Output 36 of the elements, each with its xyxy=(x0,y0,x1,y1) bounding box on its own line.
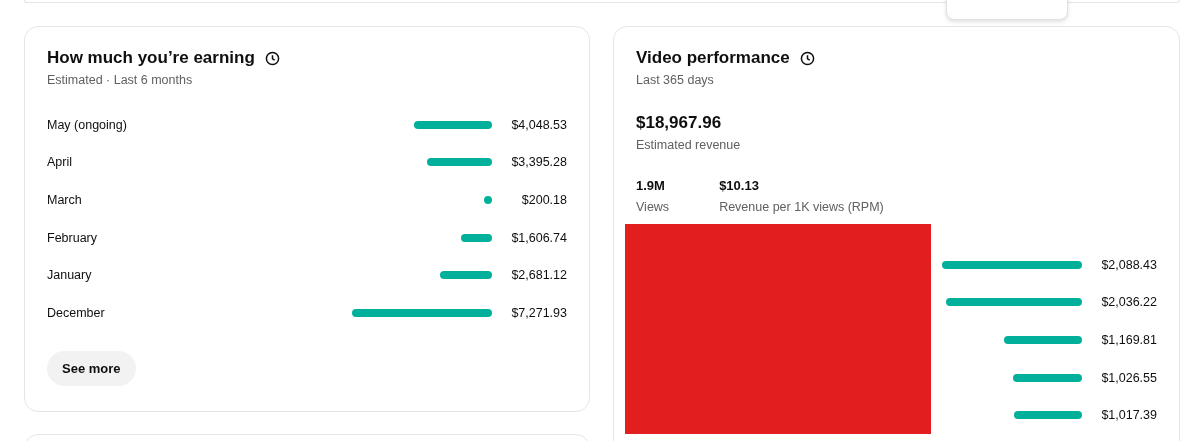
stat-label: Revenue per 1K views (RPM) xyxy=(719,200,884,214)
stat-value: $10.13 xyxy=(719,178,760,193)
earnings-bar xyxy=(461,233,492,242)
video-revenue: $2,088.43 xyxy=(1100,257,1157,272)
clock-icon xyxy=(264,50,280,66)
earnings-bar xyxy=(440,271,492,280)
earnings-amount: $4,048.53 xyxy=(510,117,567,132)
month-label: January xyxy=(47,268,93,283)
stat-value: 1.9M xyxy=(636,178,666,193)
card-title: Video performance xyxy=(636,48,790,68)
earnings-bar xyxy=(426,158,492,167)
video-revenue: $1,017.39 xyxy=(1100,408,1157,423)
month-label: March xyxy=(47,193,83,207)
video-revenue: $1,169.81 xyxy=(1100,333,1157,347)
video-revenue: $1,026.55 xyxy=(1100,370,1157,385)
earnings-amount: $3,395.28 xyxy=(510,155,567,170)
earnings-bar xyxy=(484,196,492,204)
month-label: February xyxy=(47,230,99,245)
revenue-value: $18,967.96 xyxy=(636,113,723,133)
card-subtitle: Estimated · Last 6 months xyxy=(47,73,194,87)
month-label: December xyxy=(47,305,106,320)
revenue-label: Estimated revenue xyxy=(636,138,742,152)
month-label: May (ongoing) xyxy=(47,117,128,132)
earnings-amount: $1,606.74 xyxy=(510,230,567,245)
see-more-button[interactable]: See more xyxy=(47,350,136,386)
earnings-amount: $7,271.93 xyxy=(510,305,567,320)
stat-label: Views xyxy=(636,200,670,214)
video-revenue: $2,036.22 xyxy=(1100,295,1157,310)
earnings-amount: $200.18 xyxy=(520,193,567,207)
card-title: How much you’re earning xyxy=(47,48,255,68)
revenue-bar xyxy=(1013,373,1082,382)
earnings-amount: $2,681.12 xyxy=(510,268,567,283)
clock-icon xyxy=(799,50,815,66)
revenue-bar xyxy=(1013,411,1082,420)
month-label: April xyxy=(47,155,73,170)
card-subtitle: Last 365 days xyxy=(636,73,715,87)
